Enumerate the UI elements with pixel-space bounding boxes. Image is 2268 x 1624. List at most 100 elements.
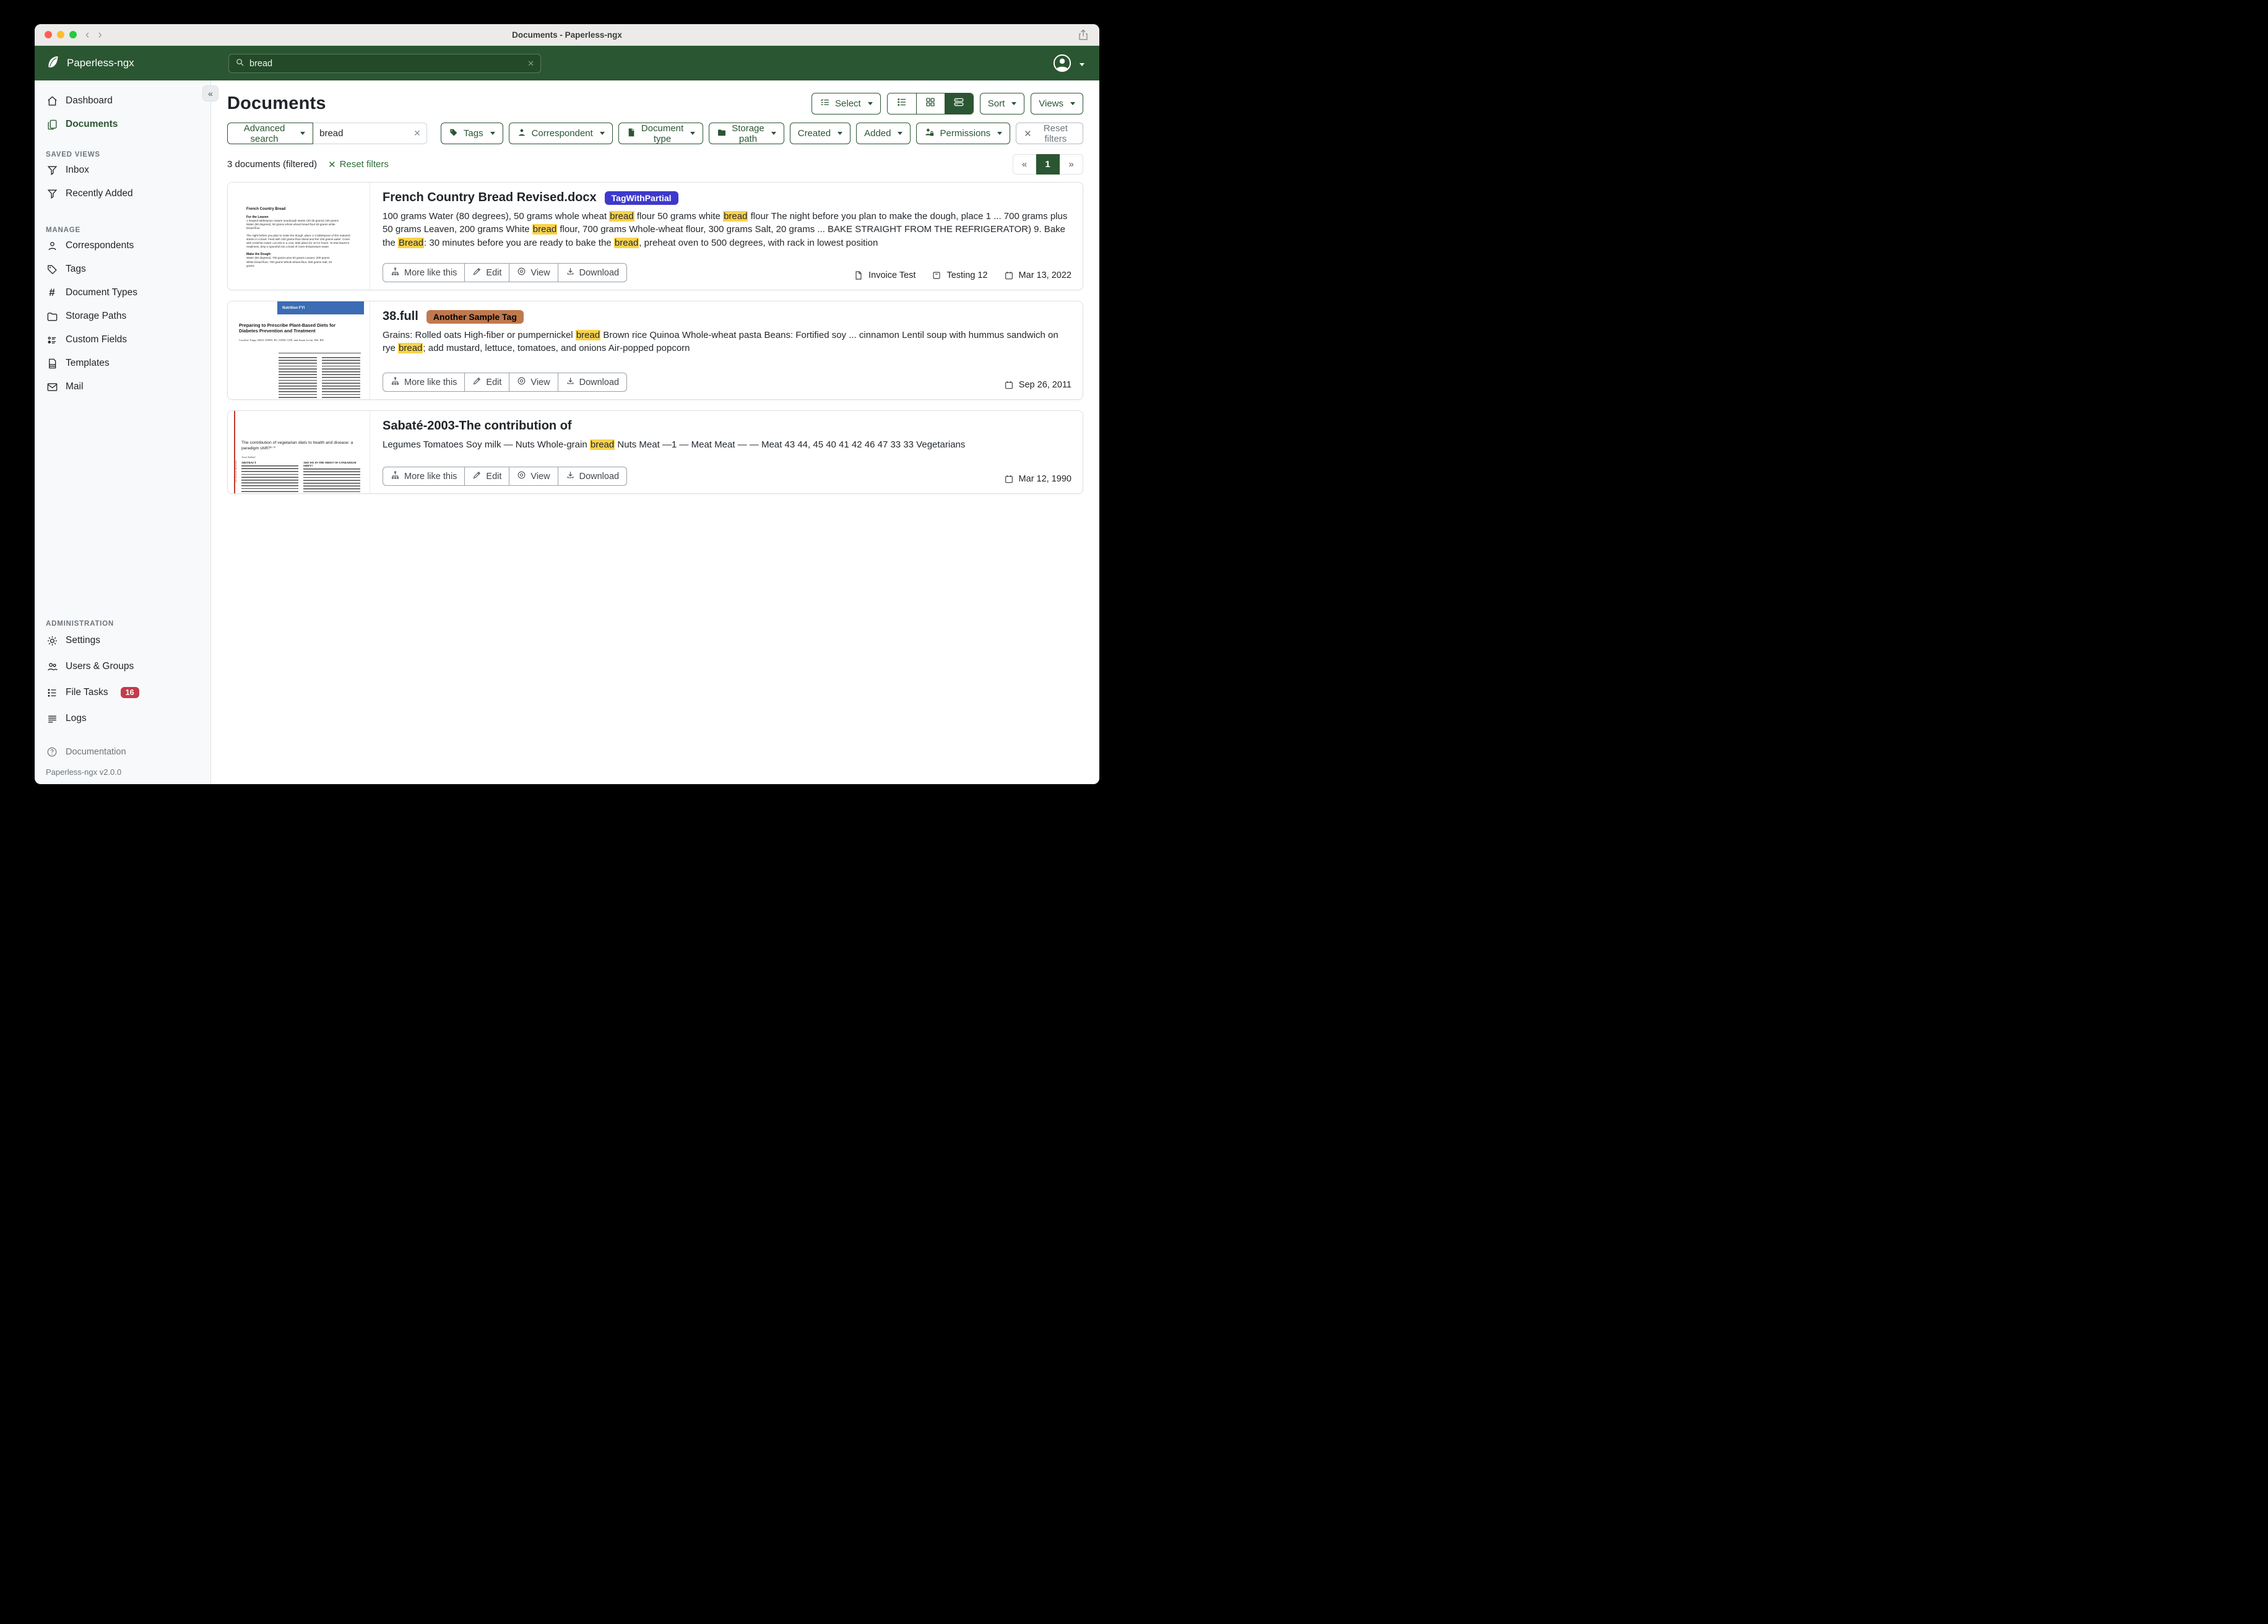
created-filter-button[interactable]: Created [790,123,850,144]
select-dropdown-button[interactable]: Select [812,93,881,114]
storage-path-filter-button[interactable]: Storage path [709,123,784,144]
document-title[interactable]: Sabaté-2003-The contribution of [383,419,572,433]
share-icon[interactable] [1078,29,1088,44]
more-like-this-button[interactable]: More like this [383,373,465,392]
sidebar-item-label: Documentation [66,747,126,757]
pagination-prev-button[interactable]: « [1013,154,1036,175]
filter-toolbar: Advanced search ✕ Tags Correspondent [227,123,1083,144]
view-button[interactable]: View [509,263,558,282]
storage-path-meta[interactable]: Testing 12 [932,270,987,280]
document-type-filter-button[interactable]: Document type [618,123,703,144]
document-thumbnail[interactable]: Nutrition FYI Preparing to Prescribe Pla… [228,301,370,399]
filter-query-input[interactable] [313,128,426,139]
list-check-icon [820,97,830,110]
sidebar-item-storage-paths[interactable]: Storage Paths [35,304,210,328]
reset-filters-link[interactable]: ✕ Reset filters [328,159,389,170]
sort-dropdown-button[interactable]: Sort [980,93,1025,114]
view-button[interactable]: View [509,467,558,486]
sidebar-item-tags[interactable]: Tags [35,257,210,281]
app-window: ‹ › Documents - Paperless-ngx Paperless-… [35,24,1099,784]
thumb-text-column: ARE WE IN THE MIDST OF A PARADIGM SHIFT? [303,461,360,493]
pencil-icon [472,376,482,388]
pencil-icon [472,470,482,482]
sidebar-item-file-tasks[interactable]: File Tasks 16 [35,680,210,706]
clear-filter-query-icon[interactable]: ✕ [413,128,421,139]
tasks-icon [46,686,58,699]
sidebar-item-dashboard[interactable]: Dashboard [35,89,210,113]
grid-view-icon [925,97,936,111]
documents-icon [46,118,58,131]
sidebar-item-templates[interactable]: Templates [35,352,210,375]
sidebar-collapse-button[interactable]: « [202,85,219,102]
tag-badge[interactable]: TagWithPartial [605,191,678,205]
views-dropdown-button[interactable]: Views [1031,93,1083,114]
views-label: Views [1039,98,1063,109]
clear-search-icon[interactable]: ✕ [527,59,534,69]
sidebar-item-recently-added[interactable]: Recently Added [35,182,210,205]
filter-buttons: Tags Correspondent Document type [441,123,1010,144]
correspondent-filter-button[interactable]: Correspondent [509,123,613,144]
global-search-input[interactable] [249,59,527,69]
page-title: Documents [227,93,326,114]
edit-button[interactable]: Edit [465,373,509,392]
document-thumbnail[interactable]: of Clinical Nutrition The contribution o… [228,411,370,493]
sidebar-item-logs[interactable]: Logs [35,706,210,732]
edit-button[interactable]: Edit [465,263,509,282]
document-thumbnail[interactable]: French Country Bread For the Leaven 1 he… [228,183,370,290]
sidebar-item-documentation[interactable]: Documentation [35,740,210,764]
chevron-down-icon [1080,63,1084,66]
advanced-search-dropdown-button[interactable]: Advanced search [227,123,313,144]
calendar-icon [1004,270,1014,280]
document-snippet: 100 grams Water (80 degrees), 50 grams w… [383,210,1071,249]
view-mode-grid-button[interactable] [916,93,945,114]
reset-filters-button[interactable]: ✕ Reset filters [1016,123,1083,144]
meta-label: Mar 13, 2022 [1019,270,1071,280]
sidebar-item-inbox[interactable]: Inbox [35,158,210,182]
sidebar-item-users-groups[interactable]: Users & Groups [35,654,210,680]
sidebar-item-document-types[interactable]: # Document Types [35,281,210,304]
thumb-text: 1 heaped tablespoon mature sourdough sta… [246,219,339,231]
thumb-heading: The contribution of vegetarian diets to … [241,441,359,452]
pagination-next-button[interactable]: » [1060,154,1083,175]
view-button[interactable]: View [509,373,558,392]
document-title[interactable]: 38.full [383,309,418,324]
view-mode-list-button[interactable] [888,93,916,114]
document-type-meta[interactable]: Invoice Test [854,270,915,280]
added-filter-button[interactable]: Added [856,123,911,144]
document-title[interactable]: French Country Bread Revised.docx [383,191,597,205]
sidebar-item-correspondents[interactable]: Correspondents [35,234,210,257]
sidebar-item-documents[interactable]: Documents [35,113,210,136]
sidebar-section-saved-views: SAVED VIEWS [35,142,210,158]
tag-badge[interactable]: Another Sample Tag [426,310,524,324]
download-button[interactable]: Download [558,467,628,486]
global-search[interactable]: ✕ [228,54,541,73]
download-button[interactable]: Download [558,263,628,282]
meta-label: Testing 12 [946,270,987,280]
file-tasks-count-badge: 16 [121,687,139,698]
advanced-search-label: Advanced search [235,123,293,144]
tags-filter-button[interactable]: Tags [441,123,503,144]
more-like-this-button[interactable]: More like this [383,263,465,282]
user-menu[interactable] [1053,54,1084,76]
download-button[interactable]: Download [558,373,628,392]
created-date-meta: Sep 26, 2011 [1004,380,1071,390]
hash-icon: # [46,287,58,299]
document-card-body: 38.full Another Sample Tag Grains: Rolle… [370,301,1083,399]
more-like-this-button[interactable]: More like this [383,467,465,486]
pagination-page-1-button[interactable]: 1 [1036,154,1060,175]
sidebar-item-mail[interactable]: Mail [35,375,210,399]
view-mode-detail-button[interactable] [945,93,973,114]
edit-button[interactable]: Edit [465,467,509,486]
document-card: of Clinical Nutrition The contribution o… [227,410,1083,494]
app-brand[interactable]: Paperless-ngx [46,54,134,72]
sort-label: Sort [988,98,1005,109]
thumb-journal-label: of Clinical Nutrition [235,439,238,483]
sidebar-item-label: Inbox [66,165,89,176]
permissions-filter-button[interactable]: Permissions [916,123,1010,144]
view-icon [517,267,526,279]
download-icon [566,376,575,388]
sidebar-item-settings[interactable]: Settings [35,628,210,654]
download-icon [566,470,575,482]
chevron-down-icon [1070,102,1075,105]
sidebar-item-custom-fields[interactable]: Custom Fields [35,328,210,352]
